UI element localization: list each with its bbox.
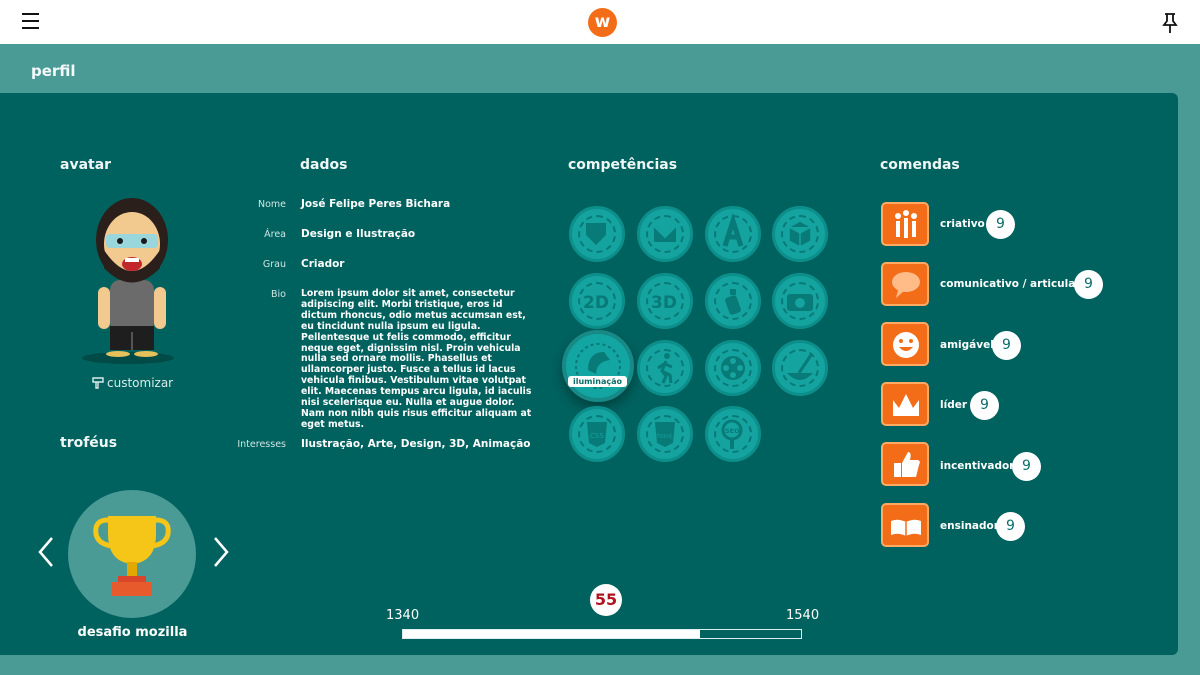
badge-count: 9 [992, 331, 1021, 360]
badge-name: criativo [940, 218, 985, 230]
skill-type[interactable] [705, 206, 761, 262]
field-label: Interesses [237, 439, 286, 450]
badge-count: 9 [1074, 270, 1103, 299]
customize-avatar-button[interactable]: customizar [92, 376, 173, 390]
svg-text:SEO: SEO [725, 427, 740, 435]
badge-name: incentivador [940, 460, 1015, 472]
page-title: perfil [31, 62, 76, 80]
trophy-icon [68, 490, 196, 618]
field-label: Bio [271, 289, 286, 300]
level-indicator: 55 [590, 584, 622, 616]
field-label: Grau [262, 259, 286, 270]
logo[interactable]: w [588, 8, 617, 37]
2d-icon: 2D [583, 293, 609, 313]
svg-text:2D: 2D [583, 293, 609, 313]
badge-name: ensinador [940, 520, 999, 532]
badge-name: amigável [940, 339, 994, 351]
badge-criativo[interactable] [881, 202, 929, 246]
badge-count: 9 [970, 391, 999, 420]
badge-count: 9 [986, 210, 1015, 239]
section-title-dados: dados [300, 157, 348, 173]
chevron-right-icon[interactable] [211, 535, 231, 569]
spray-can-icon [725, 289, 741, 315]
skill-css[interactable]: CSS [569, 406, 625, 462]
type-a-icon [722, 212, 744, 247]
skill-html[interactable]: html [637, 406, 693, 462]
field-value: Design e Ilustração [301, 228, 416, 240]
cube-icon [788, 220, 812, 248]
badge-lider[interactable] [881, 382, 929, 426]
customize-icon [92, 377, 104, 389]
skill-animation[interactable] [637, 340, 693, 396]
top-bar: w [0, 0, 1200, 44]
section-title-avatar: avatar [60, 157, 112, 173]
skill-camera[interactable] [772, 273, 828, 329]
paint-bucket-icon [787, 354, 813, 380]
seo-icon: SEO [721, 419, 743, 449]
badge-count: 9 [1012, 452, 1041, 481]
walking-icon [657, 353, 673, 384]
css-icon: CSS [587, 422, 607, 447]
field-label: Área [264, 229, 286, 240]
xp-progress-bar [402, 629, 802, 639]
badge-ensinador[interactable] [881, 503, 929, 547]
field-label: Nome [257, 199, 286, 210]
creative-icon [895, 210, 917, 238]
section-title-trofeus: troféus [60, 435, 118, 451]
envelope-icon [652, 224, 678, 244]
skill-envelope[interactable] [637, 206, 693, 262]
lamp-icon [575, 343, 621, 389]
pin-icon[interactable] [1160, 12, 1180, 34]
skill-spray[interactable] [705, 273, 761, 329]
skill-paint[interactable] [772, 340, 828, 396]
xp-max-label: 1540 [786, 608, 820, 623]
section-title-competencias: competências [568, 157, 678, 173]
badge-comunicativo[interactable] [881, 262, 929, 306]
camera-icon [787, 294, 813, 311]
crown-icon [893, 394, 919, 416]
skill-film[interactable] [705, 340, 761, 396]
skill-2d[interactable]: 2D [569, 273, 625, 329]
field-value: José Felipe Peres Bichara [301, 198, 451, 210]
chevron-left-icon[interactable] [36, 535, 56, 569]
trophy-name: desafio mozilla [77, 625, 188, 640]
field-value: Ilustração, Arte, Design, 3D, Animação [301, 438, 531, 450]
thumbs-up-icon [894, 452, 920, 477]
film-reel-icon [721, 356, 745, 380]
xp-min-label: 1340 [386, 608, 420, 623]
svg-text:html: html [657, 432, 672, 440]
speech-bubble-icon [892, 272, 920, 298]
skill-lighting[interactable] [562, 330, 634, 402]
svg-text:CSS: CSS [590, 432, 604, 440]
badge-amigavel[interactable] [881, 322, 929, 366]
field-value: Criador [301, 258, 345, 270]
skill-tooltip: iluminação [568, 376, 627, 387]
book-icon [891, 519, 921, 536]
skill-seo[interactable]: SEO [705, 406, 761, 462]
skill-shapes[interactable] [569, 206, 625, 262]
hamburger-icon[interactable] [22, 13, 39, 29]
smiley-icon [893, 332, 919, 358]
skill-cube[interactable] [772, 206, 828, 262]
badge-name: comunicativo / articulado [940, 278, 1091, 290]
badge-name: líder [940, 399, 968, 411]
section-title-comendas: comendas [880, 157, 960, 173]
svg-text:3D: 3D [651, 293, 677, 313]
xp-progress-fill [403, 630, 700, 638]
3d-film-icon: 3D [651, 293, 677, 313]
field-value: Lorem ipsum dolor sit amet, consectetur … [301, 288, 532, 430]
badge-incentivador[interactable] [881, 442, 929, 486]
html-icon: html [655, 422, 675, 447]
avatar-image [82, 198, 174, 364]
badge-count: 9 [996, 512, 1025, 541]
skill-3d[interactable]: 3D [637, 273, 693, 329]
customize-label: customizar [107, 376, 174, 390]
shapes-icon [586, 223, 606, 245]
